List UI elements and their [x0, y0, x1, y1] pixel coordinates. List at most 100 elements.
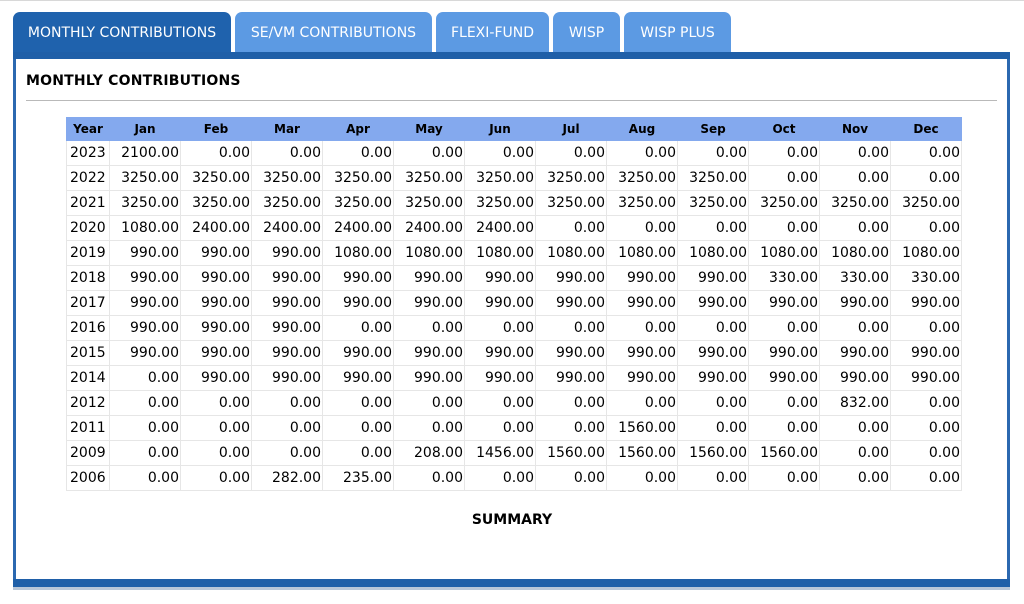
amount-cell: 0.00: [606, 215, 678, 241]
amount-cell: 0.00: [819, 215, 891, 241]
amount-cell: 3250.00: [819, 190, 891, 216]
amount-cell: 0.00: [748, 465, 820, 491]
amount-cell: 3250.00: [677, 165, 749, 191]
amount-cell: 990.00: [180, 315, 252, 341]
amount-cell: 0.00: [819, 140, 891, 166]
amount-cell: 0.00: [677, 215, 749, 241]
table-row: 2022 3250.00 3250.00 3250.00 3250.00 3250.00 3…: [66, 165, 962, 191]
contributions-table: Year Jan Feb Mar Apr May Jun Jul Aug Sep Oct Nov Dec…: [66, 117, 962, 491]
year-cell: 2015: [66, 340, 110, 366]
amount-cell: 0.00: [109, 390, 181, 416]
amount-cell: 990.00: [890, 365, 962, 391]
amount-cell: 3250.00: [251, 165, 323, 191]
amount-cell: 0.00: [606, 465, 678, 491]
amount-cell: 990.00: [180, 290, 252, 316]
year-cell: 2014: [66, 365, 110, 391]
amount-cell: 0.00: [251, 140, 323, 166]
amount-cell: 330.00: [890, 265, 962, 291]
table-row: 2020 1080.00 2400.00 2400.00 2400.00 2400.00 2…: [66, 215, 962, 241]
amount-cell: 3250.00: [464, 165, 536, 191]
amount-cell: 3250.00: [180, 190, 252, 216]
amount-cell: 208.00: [393, 440, 465, 466]
amount-cell: 0.00: [890, 315, 962, 341]
amount-cell: 1080.00: [393, 240, 465, 266]
amount-cell: 0.00: [464, 465, 536, 491]
amount-cell: 832.00: [819, 390, 891, 416]
tab-flexi-fund[interactable]: FLEXI-FUND: [436, 12, 549, 52]
amount-cell: 1080.00: [535, 240, 607, 266]
table-row: 2015 990.00 990.00 990.00 990.00 990.00 990.00…: [66, 340, 962, 366]
year-cell: 2012: [66, 390, 110, 416]
amount-cell: 0.00: [890, 215, 962, 241]
amount-cell: 990.00: [890, 340, 962, 366]
amount-cell: 2400.00: [251, 215, 323, 241]
amount-cell: 0.00: [393, 415, 465, 441]
amount-cell: 3250.00: [393, 165, 465, 191]
amount-cell: 0.00: [464, 140, 536, 166]
amount-cell: 0.00: [109, 415, 181, 441]
amount-cell: 990.00: [180, 240, 252, 266]
amount-cell: 990.00: [606, 290, 678, 316]
amount-cell: 3250.00: [464, 190, 536, 216]
tab-monthly-contributions[interactable]: MONTHLY CONTRIBUTIONS: [13, 12, 231, 52]
year-cell: 2020: [66, 215, 110, 241]
amount-cell: 990.00: [464, 290, 536, 316]
amount-cell: 0.00: [890, 165, 962, 191]
tab-wisp-plus[interactable]: WISP PLUS: [624, 12, 731, 52]
column-header-jun: Jun: [464, 117, 536, 141]
amount-cell: 0.00: [677, 465, 749, 491]
amount-cell: 0.00: [535, 415, 607, 441]
amount-cell: 0.00: [819, 465, 891, 491]
amount-cell: 990.00: [180, 340, 252, 366]
amount-cell: 0.00: [535, 390, 607, 416]
amount-cell: 0.00: [251, 440, 323, 466]
year-cell: 2011: [66, 415, 110, 441]
column-header-sep: Sep: [677, 117, 749, 141]
amount-cell: 990.00: [606, 365, 678, 391]
table-row: 2009 0.00 0.00 0.00 0.00 208.00 1456.00 1560.00…: [66, 440, 962, 466]
amount-cell: 0.00: [677, 315, 749, 341]
summary-heading: SUMMARY: [471, 512, 553, 528]
amount-cell: 0.00: [890, 440, 962, 466]
panel-top-border: [13, 52, 1010, 59]
amount-cell: 0.00: [606, 390, 678, 416]
tab-wisp[interactable]: WISP: [553, 12, 620, 52]
amount-cell: 990.00: [677, 290, 749, 316]
amount-cell: 3250.00: [606, 165, 678, 191]
amount-cell: 990.00: [819, 290, 891, 316]
amount-cell: 3250.00: [251, 190, 323, 216]
amount-cell: 990.00: [535, 290, 607, 316]
amount-cell: 1080.00: [819, 240, 891, 266]
table-row: 2006 0.00 0.00 282.00 235.00 0.00 0.00 0.00 0.00…: [66, 465, 962, 491]
amount-cell: 1080.00: [606, 240, 678, 266]
amount-cell: 3250.00: [180, 165, 252, 191]
amount-cell: 990.00: [393, 365, 465, 391]
amount-cell: 990.00: [677, 365, 749, 391]
amount-cell: 0.00: [393, 315, 465, 341]
amount-cell: 1456.00: [464, 440, 536, 466]
amount-cell: 1080.00: [748, 240, 820, 266]
amount-cell: 990.00: [393, 265, 465, 291]
amount-cell: 0.00: [464, 415, 536, 441]
amount-cell: 990.00: [109, 290, 181, 316]
amount-cell: 0.00: [322, 415, 394, 441]
amount-cell: 0.00: [322, 315, 394, 341]
amount-cell: 1080.00: [322, 240, 394, 266]
amount-cell: 0.00: [606, 140, 678, 166]
amount-cell: 990.00: [819, 365, 891, 391]
section-title: MONTHLY CONTRIBUTIONS: [26, 73, 241, 89]
amount-cell: 1560.00: [748, 440, 820, 466]
amount-cell: 0.00: [180, 415, 252, 441]
amount-cell: 990.00: [464, 340, 536, 366]
table-row: 2016 990.00 990.00 990.00 0.00 0.00 0.00 0.00 0.…: [66, 315, 962, 341]
amount-cell: 0.00: [890, 140, 962, 166]
column-header-aug: Aug: [606, 117, 678, 141]
amount-cell: 0.00: [180, 140, 252, 166]
amount-cell: 0.00: [535, 465, 607, 491]
amount-cell: 990.00: [109, 265, 181, 291]
amount-cell: 0.00: [535, 140, 607, 166]
amount-cell: 990.00: [748, 365, 820, 391]
tab-se-vm-contributions[interactable]: SE/VM CONTRIBUTIONS: [235, 12, 432, 52]
amount-cell: 3250.00: [535, 165, 607, 191]
amount-cell: 0.00: [180, 440, 252, 466]
